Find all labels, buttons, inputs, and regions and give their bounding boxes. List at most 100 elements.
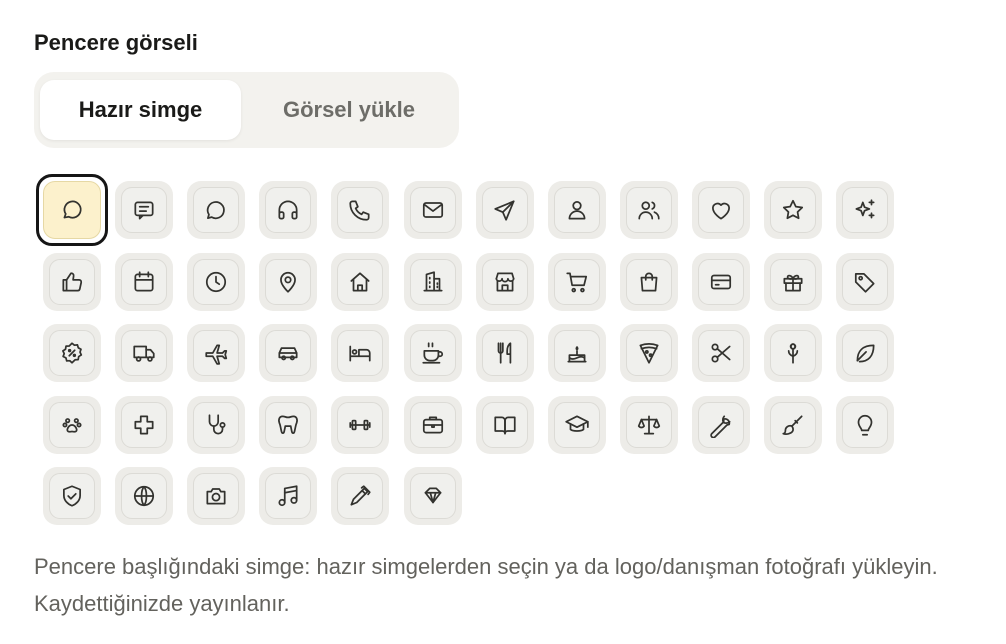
icon-option[interactable] xyxy=(115,181,174,239)
icon-option[interactable] xyxy=(43,467,101,526)
chat-circle-icon xyxy=(193,187,240,233)
icon-option[interactable] xyxy=(259,252,318,311)
icon-option[interactable] xyxy=(43,395,101,454)
icon-option[interactable] xyxy=(187,181,246,239)
icon-option[interactable] xyxy=(475,395,534,454)
camera-icon xyxy=(193,473,240,520)
icon-option[interactable] xyxy=(331,181,390,239)
icon-option[interactable] xyxy=(43,324,101,383)
star-icon xyxy=(770,187,816,233)
icon-option[interactable] xyxy=(259,467,318,526)
icon-option[interactable] xyxy=(259,324,318,383)
icon-option[interactable] xyxy=(403,467,462,526)
icon-option[interactable] xyxy=(547,395,606,454)
music-icon xyxy=(265,473,312,520)
plane-icon xyxy=(193,330,240,377)
icon-option[interactable] xyxy=(331,395,390,454)
icon-option[interactable] xyxy=(836,395,895,454)
icon-option[interactable] xyxy=(547,252,606,311)
icon-option[interactable] xyxy=(115,467,174,526)
icon-source-toggle: Hazır simge Görsel yükle xyxy=(34,72,459,148)
icon-option[interactable] xyxy=(259,395,318,454)
credit-card-icon xyxy=(697,258,744,305)
icon-option[interactable] xyxy=(691,252,750,311)
headphones-icon xyxy=(265,187,312,233)
icon-option[interactable] xyxy=(691,324,750,383)
icon-option[interactable] xyxy=(836,181,895,239)
diamond-icon xyxy=(409,473,456,520)
bed-icon xyxy=(337,330,384,377)
cake-icon xyxy=(553,330,600,377)
icon-option[interactable] xyxy=(259,181,318,239)
icon-option[interactable] xyxy=(403,324,462,383)
icon-option[interactable] xyxy=(619,324,678,383)
tab-upload-image[interactable]: Görsel yükle xyxy=(244,80,454,140)
shield-check-icon xyxy=(49,473,95,520)
tag-icon xyxy=(842,258,889,305)
user-icon xyxy=(553,187,600,233)
tooth-icon xyxy=(265,401,312,448)
cart-icon xyxy=(553,258,600,305)
section-title: Pencere görseli xyxy=(34,30,198,55)
sparkles-icon xyxy=(842,187,889,233)
icon-option[interactable] xyxy=(475,181,534,239)
icon-option[interactable] xyxy=(115,252,174,311)
icon-option[interactable] xyxy=(187,395,246,454)
icon-option[interactable] xyxy=(619,252,678,311)
icon-option[interactable] xyxy=(691,395,750,454)
icon-option[interactable] xyxy=(331,252,390,311)
graduation-cap-icon xyxy=(553,401,600,448)
thumbs-up-icon xyxy=(49,258,95,305)
icon-option[interactable] xyxy=(331,467,390,526)
clock-icon xyxy=(193,258,240,305)
truck-icon xyxy=(121,330,168,377)
icon-option[interactable] xyxy=(331,324,390,383)
globe-icon xyxy=(121,473,168,520)
building-icon xyxy=(409,258,456,305)
heart-icon xyxy=(697,187,744,233)
paintbrush-icon xyxy=(770,401,816,448)
icon-option[interactable] xyxy=(403,252,462,311)
mail-icon xyxy=(409,187,456,233)
icon-option[interactable] xyxy=(43,252,101,311)
home-icon xyxy=(337,258,384,305)
scales-icon xyxy=(625,401,672,448)
chat-lines-icon xyxy=(121,187,168,233)
icon-option[interactable] xyxy=(836,324,895,383)
phone-icon xyxy=(337,187,384,233)
paw-icon xyxy=(49,401,95,448)
send-icon xyxy=(481,187,528,233)
briefcase-icon xyxy=(409,401,456,448)
help-text: Pencere başlığındaki simge: hazır simgel… xyxy=(34,554,938,616)
leaf-icon xyxy=(842,330,889,377)
icon-option[interactable] xyxy=(764,181,822,239)
icon-option[interactable] xyxy=(115,324,174,383)
pen-icon xyxy=(337,473,384,520)
pizza-icon xyxy=(625,330,672,377)
icon-option[interactable] xyxy=(619,181,678,239)
icon-option[interactable] xyxy=(547,181,606,239)
icon-option[interactable] xyxy=(764,324,822,383)
icon-option[interactable] xyxy=(36,174,108,246)
icon-option[interactable] xyxy=(475,324,534,383)
book-icon xyxy=(481,401,528,448)
icon-option[interactable] xyxy=(403,395,462,454)
icon-option[interactable] xyxy=(764,395,822,454)
icon-option[interactable] xyxy=(836,252,895,311)
icon-option[interactable] xyxy=(764,252,822,311)
wrench-icon xyxy=(697,401,744,448)
icon-option[interactable] xyxy=(187,252,246,311)
scissors-icon xyxy=(697,330,744,377)
map-pin-icon xyxy=(265,258,312,305)
tab-preset-icon[interactable]: Hazır simge xyxy=(40,80,241,140)
icon-option[interactable] xyxy=(547,324,606,383)
icon-option[interactable] xyxy=(115,395,174,454)
icon-option[interactable] xyxy=(475,252,534,311)
icon-option[interactable] xyxy=(691,181,750,239)
coffee-icon xyxy=(409,330,456,377)
icon-option[interactable] xyxy=(187,324,246,383)
utensils-icon xyxy=(481,330,528,377)
icon-option[interactable] xyxy=(403,181,462,239)
icon-option[interactable] xyxy=(619,395,678,454)
icon-option[interactable] xyxy=(187,467,246,526)
